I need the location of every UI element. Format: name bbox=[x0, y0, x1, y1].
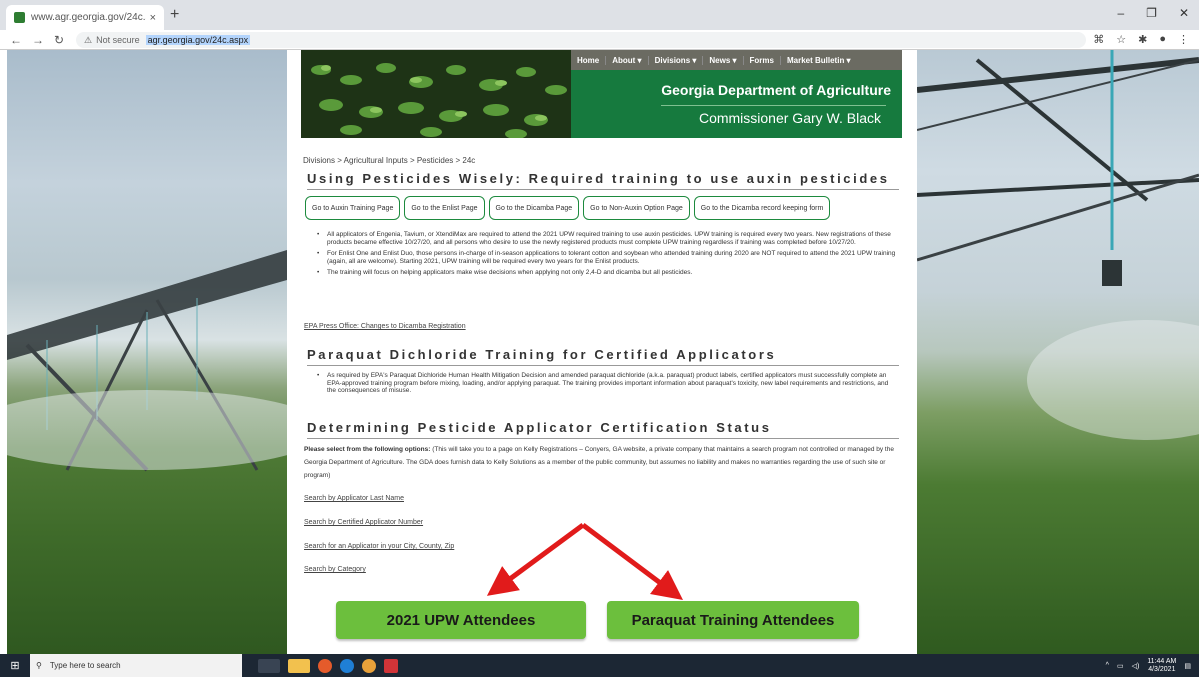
background-photo-right bbox=[917, 50, 1199, 654]
url-text[interactable]: agr.georgia.gov/24c.aspx bbox=[145, 35, 251, 45]
reload-icon[interactable]: ↻ bbox=[54, 33, 64, 47]
taskbar: ⊞ ⚲ Type here to search ^ ▭ ◁) 11:44 AM … bbox=[0, 654, 1199, 677]
security-label: Not secure bbox=[96, 35, 140, 45]
clock-date: 4/3/2021 bbox=[1148, 665, 1176, 673]
address-bar[interactable]: ⚠ Not secure agr.georgia.gov/24c.aspx bbox=[76, 32, 1086, 48]
search-placeholder: Type here to search bbox=[49, 661, 121, 670]
window-controls: – ❐ ✕ bbox=[1117, 6, 1189, 20]
tray-chevron-icon[interactable]: ^ bbox=[1106, 662, 1109, 669]
browser-tab-bar: www.agr.georgia.gov/24c.aspx × + – ❐ ✕ bbox=[0, 0, 1199, 30]
file-explorer-icon[interactable] bbox=[288, 658, 310, 673]
network-icon[interactable]: ▭ bbox=[1117, 662, 1124, 670]
red-arrows-annotation bbox=[486, 522, 683, 600]
minimize-button[interactable]: – bbox=[1117, 6, 1124, 20]
clock-time: 11:44 AM bbox=[1147, 657, 1177, 665]
browser-tab[interactable]: www.agr.georgia.gov/24c.aspx × bbox=[6, 5, 164, 30]
windows-start-icon[interactable]: ⊞ bbox=[0, 659, 30, 672]
maximize-button[interactable]: ❐ bbox=[1146, 6, 1157, 20]
arrow-to-upw bbox=[486, 522, 585, 596]
irrigation-graphic-left bbox=[7, 250, 287, 472]
bookmark-star-icon[interactable]: ☆ bbox=[1116, 33, 1126, 46]
arrow-to-paraquat bbox=[581, 523, 683, 600]
search-icon: ⚲ bbox=[36, 661, 42, 670]
volume-icon[interactable]: ◁) bbox=[1132, 662, 1140, 670]
irrigation-graphic-right bbox=[917, 50, 1199, 440]
forward-icon[interactable]: → bbox=[32, 33, 44, 47]
close-window-button[interactable]: ✕ bbox=[1179, 6, 1189, 20]
menu-icon[interactable]: ⋮ bbox=[1178, 33, 1189, 46]
task-view-icon[interactable] bbox=[258, 658, 280, 673]
address-bar-row: ← → ↻ ⚠ Not secure agr.georgia.gov/24c.a… bbox=[0, 30, 1199, 50]
paraquat-attendees-button[interactable]: Paraquat Training Attendees bbox=[607, 601, 859, 639]
edge-icon[interactable] bbox=[340, 658, 354, 673]
extensions-icon[interactable]: ✱ bbox=[1138, 33, 1147, 46]
notifications-icon[interactable]: ▤ bbox=[1184, 662, 1191, 670]
close-tab-icon[interactable]: × bbox=[150, 12, 156, 24]
firefox-icon[interactable] bbox=[318, 658, 332, 673]
page-content: Home About ▾ Divisions ▾ News ▾ Forms Ma… bbox=[287, 50, 917, 654]
system-tray: ^ ▭ ◁) 11:44 AM 4/3/2021 ▤ bbox=[1106, 654, 1191, 677]
translate-icon[interactable]: ⌘ bbox=[1093, 33, 1104, 46]
upw-attendees-button[interactable]: 2021 UPW Attendees bbox=[336, 601, 586, 639]
tab-title: www.agr.georgia.gov/24c.aspx bbox=[31, 12, 146, 23]
new-tab-button[interactable]: + bbox=[170, 6, 179, 24]
chrome-icon[interactable] bbox=[362, 658, 376, 673]
taskbar-search[interactable]: ⚲ Type here to search bbox=[30, 654, 242, 677]
browser-actions: ⌘ ☆ ✱ ● ⋮ bbox=[1093, 33, 1189, 46]
background-photo-left bbox=[7, 50, 287, 654]
back-icon[interactable]: ← bbox=[10, 33, 22, 47]
clock[interactable]: 11:44 AM 4/3/2021 bbox=[1147, 658, 1176, 674]
favicon-icon bbox=[14, 12, 25, 23]
warning-icon: ⚠ bbox=[84, 34, 93, 45]
powerpoint-icon[interactable] bbox=[384, 658, 398, 673]
profile-icon[interactable]: ● bbox=[1159, 33, 1166, 46]
